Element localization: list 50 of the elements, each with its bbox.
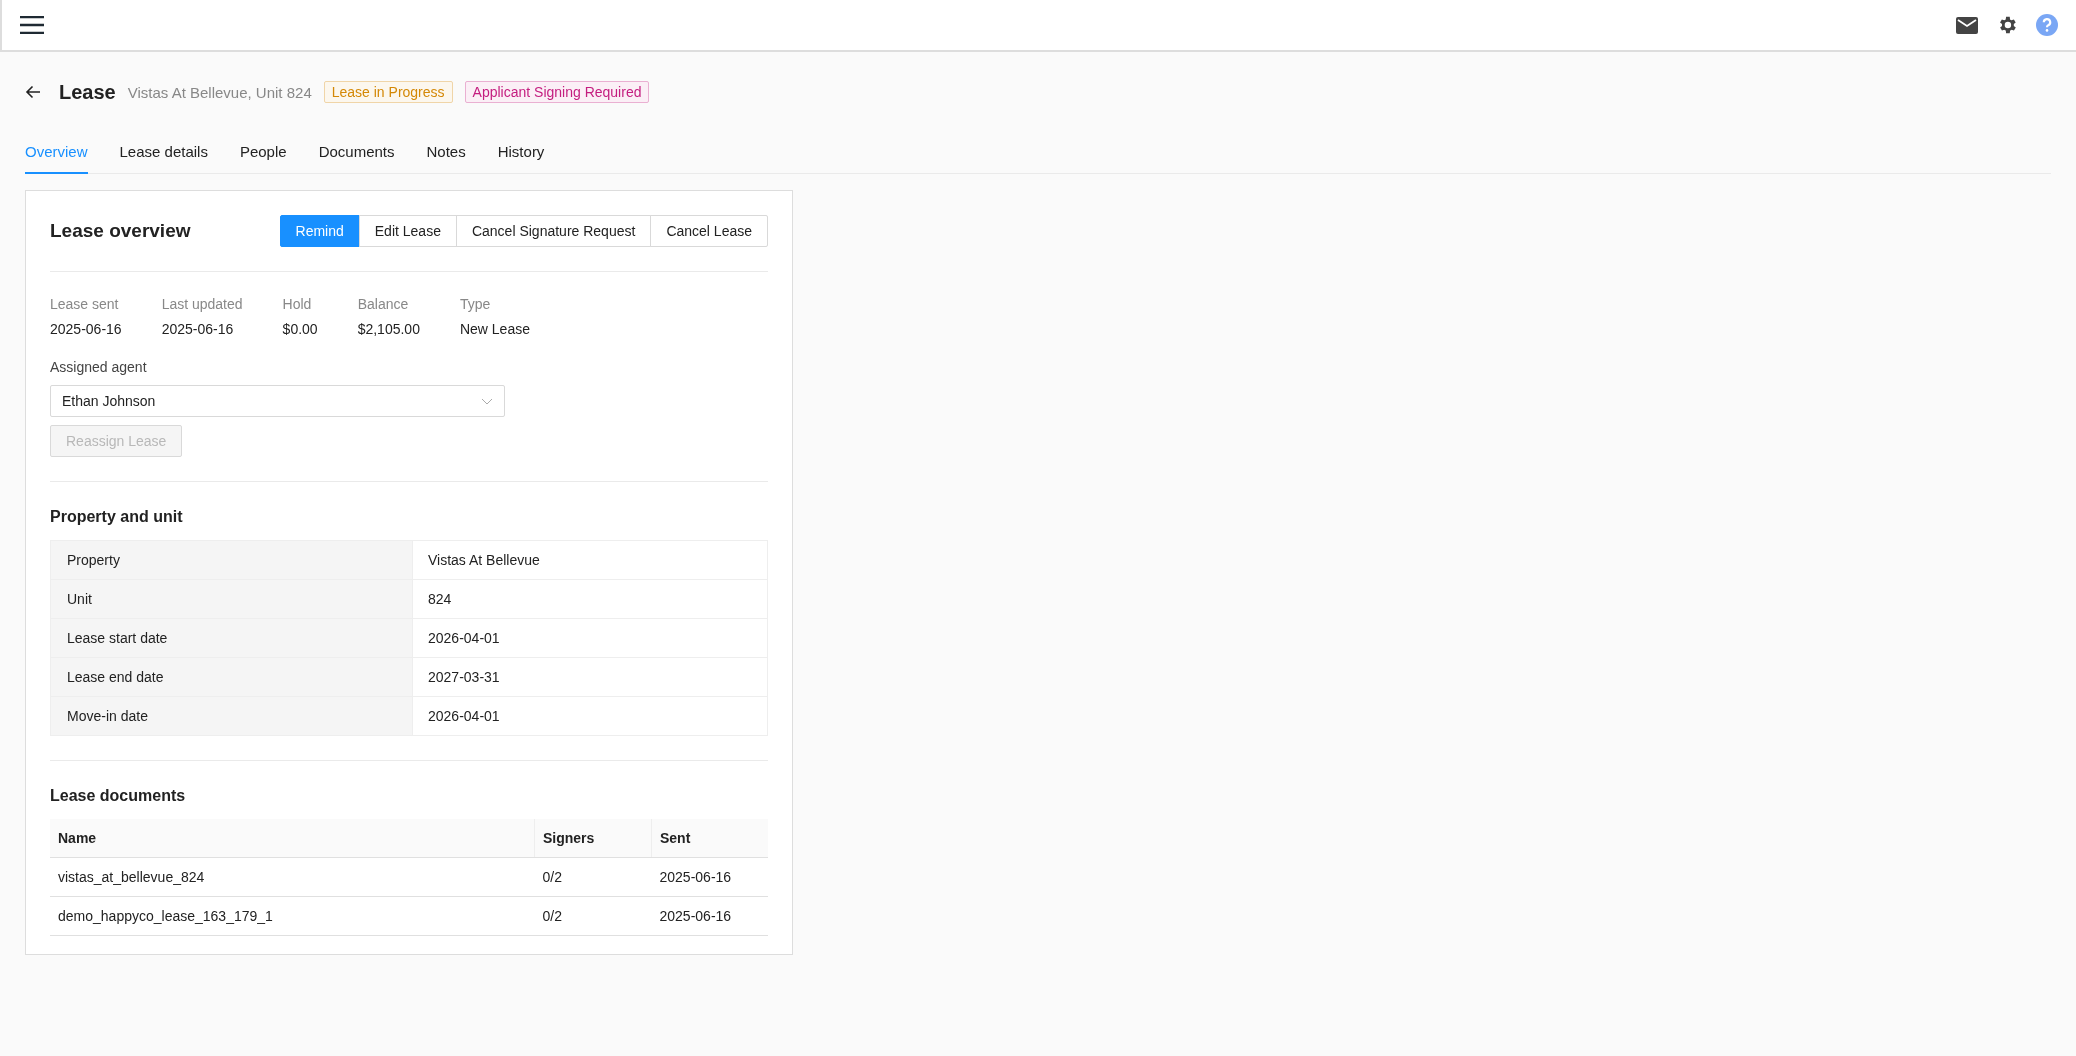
fact-label: Balance: [357, 296, 410, 312]
table-cell: 2026-04-01: [412, 696, 768, 736]
table-cell: demo_happyco_lease_163_179_1: [50, 896, 535, 936]
table-cell: Vistas At Bellevue: [412, 540, 768, 580]
section-heading: Lease overview: [50, 220, 191, 242]
table-cell: 0/2: [534, 857, 652, 897]
action-button[interactable]: Cancel Lease: [650, 215, 768, 247]
column-header: Sent: [651, 819, 768, 858]
fact-value: $0.00: [282, 321, 318, 337]
fact-label: Hold: [282, 296, 313, 312]
fact-label: Last updated: [161, 296, 243, 312]
column-header: Signers: [534, 819, 652, 858]
chevron-down-icon: [481, 397, 493, 405]
action-button[interactable]: Edit Lease: [358, 215, 457, 247]
table-cell: 2027-03-31: [412, 657, 768, 697]
fact-label: Lease sent: [50, 296, 120, 312]
table-cell: 0/2: [534, 896, 652, 936]
back-arrow-icon[interactable]: [25, 85, 41, 99]
section-heading: Lease documents: [50, 787, 187, 805]
column-header: Name: [50, 819, 535, 858]
fact-label: Type: [459, 296, 492, 312]
agent-select[interactable]: Ethan Johnson: [50, 385, 505, 417]
table-cell: Unit: [50, 579, 413, 619]
tab[interactable]: People: [239, 130, 287, 174]
page-subtitle: Vistas At Bellevue, Unit 824: [127, 83, 312, 101]
action-button[interactable]: Cancel Signature Request: [455, 215, 652, 247]
section-heading: Property and unit: [50, 508, 184, 526]
fact-value: $2,105.00: [357, 321, 420, 337]
status-badge: Applicant Signing Required: [464, 81, 650, 103]
fact-value: 2025-06-16: [50, 321, 122, 337]
status-badge: Lease in Progress: [323, 81, 453, 103]
tab[interactable]: History: [497, 130, 545, 174]
table-cell: Move-in date: [50, 696, 413, 736]
table-cell: Property: [50, 540, 413, 580]
mail-icon[interactable]: [1956, 16, 1978, 34]
table-cell: Lease end date: [50, 657, 413, 697]
page-title: Lease: [59, 80, 116, 104]
table-cell: 2025-06-16: [651, 857, 768, 897]
tab[interactable]: Documents: [318, 130, 395, 174]
table-cell: vistas_at_bellevue_824: [50, 857, 535, 897]
menu-icon[interactable]: [20, 16, 44, 34]
field-label: Assigned agent: [50, 359, 148, 375]
tab[interactable]: Lease details: [119, 130, 208, 174]
table-cell: Lease start date: [50, 618, 413, 658]
table-cell: 2026-04-01: [412, 618, 768, 658]
fact-value: New Lease: [459, 321, 530, 337]
table-cell: 824: [412, 579, 768, 619]
table-cell: 2025-06-16: [651, 896, 768, 936]
tab[interactable]: Notes: [426, 130, 466, 174]
fact-value: 2025-06-16: [161, 321, 235, 337]
